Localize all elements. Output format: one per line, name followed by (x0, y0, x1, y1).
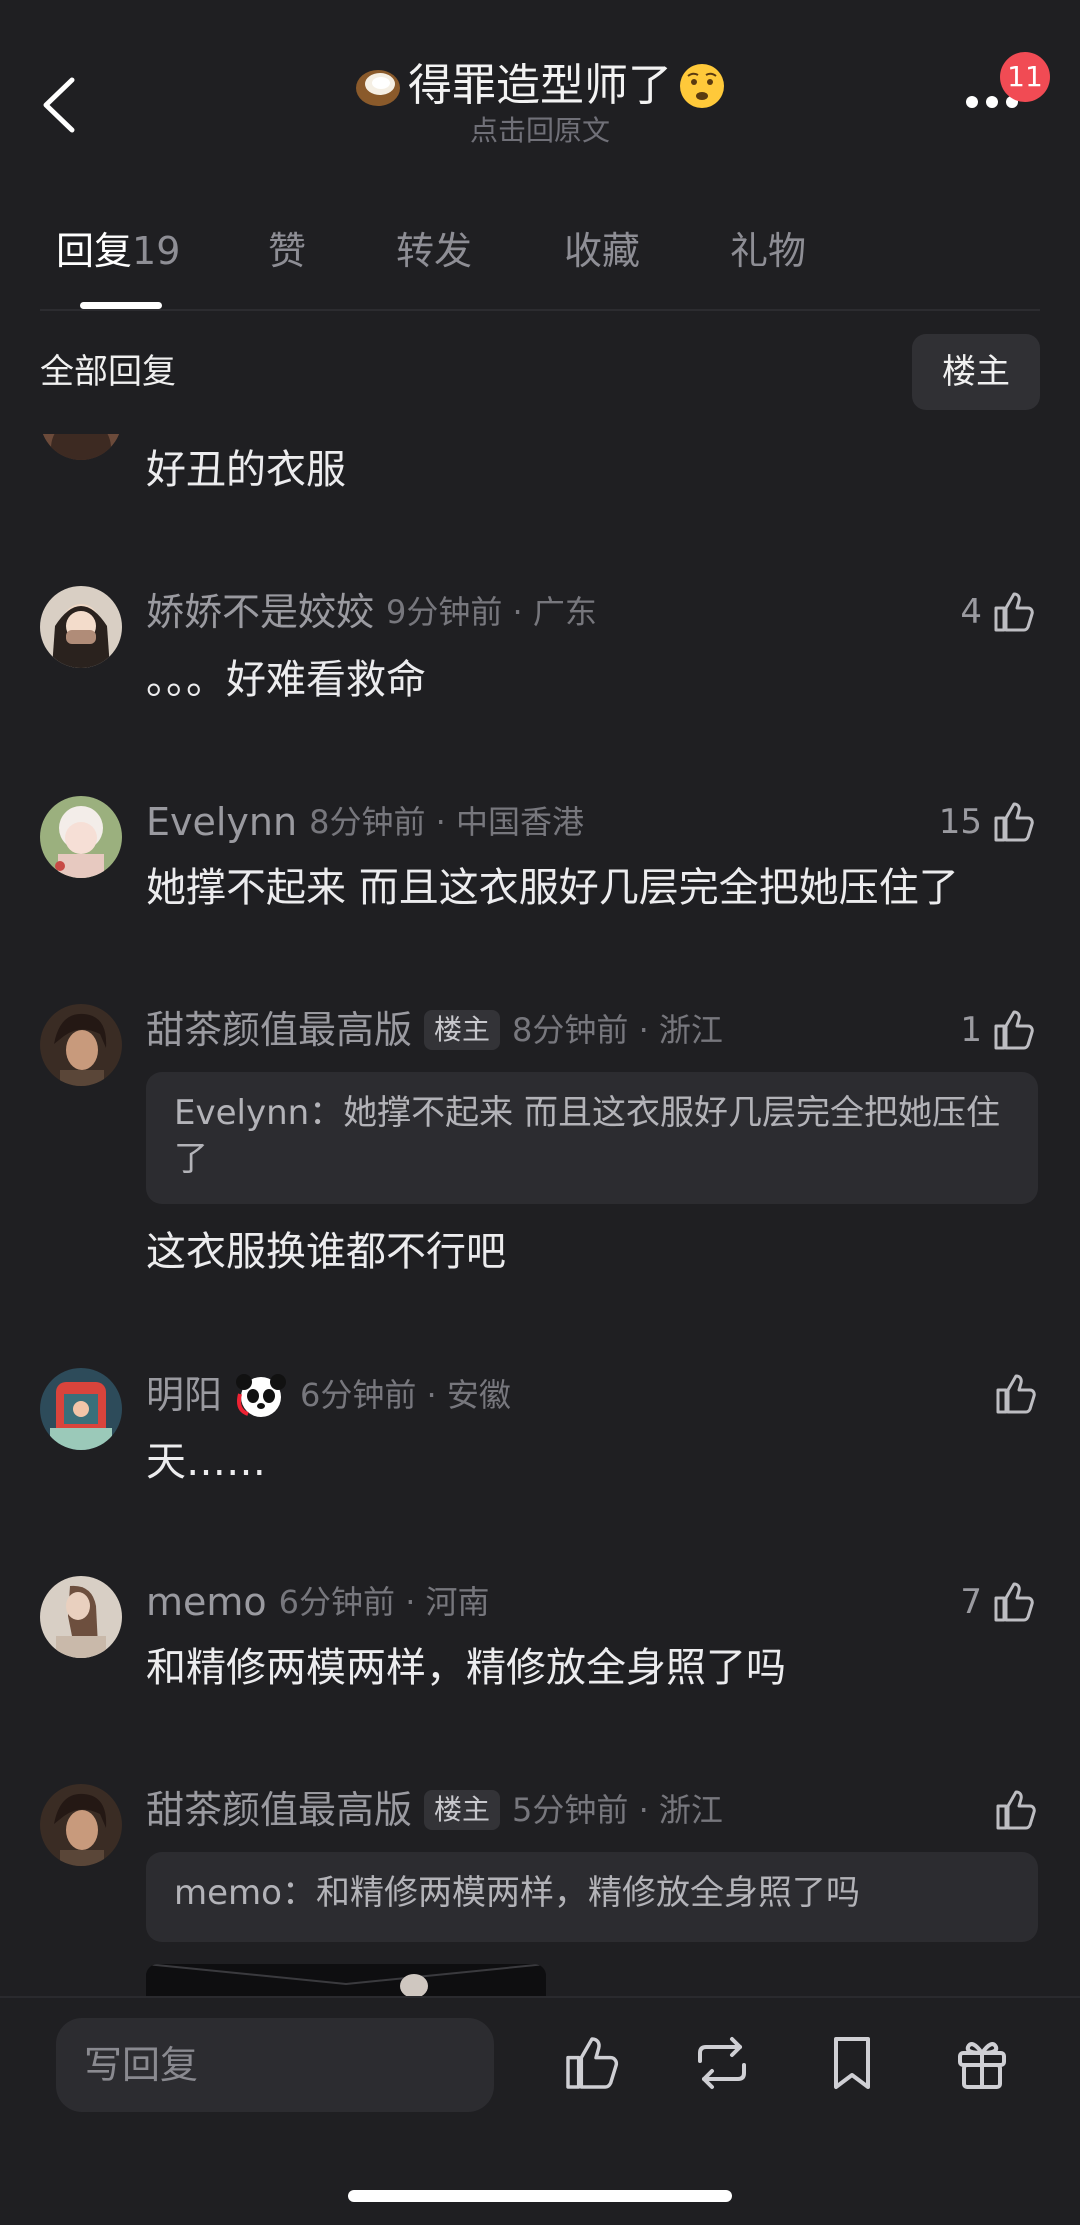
reply-input[interactable]: 写回复 (56, 2018, 494, 2112)
comment-meta: 8分钟前 · 中国香港 (309, 803, 584, 841)
avatar[interactable] (40, 1368, 122, 1450)
active-tab-indicator (80, 302, 162, 309)
panda-badge-icon (234, 1370, 288, 1420)
comment-meta: 5分钟前 · 浙江 (512, 1791, 723, 1829)
thumbs-up-icon (992, 1370, 1040, 1418)
comment-text: 好丑的衣服 (146, 447, 346, 493)
reply-image-thumbnail[interactable] (146, 1964, 546, 1996)
tab-replies[interactable]: 回复19 (56, 226, 180, 276)
like-button[interactable]: 7 (946, 1578, 1038, 1626)
bottom-divider (0, 1996, 1080, 1998)
notification-badge: 11 (1000, 52, 1050, 102)
repost-icon (698, 2037, 746, 2089)
quoted-reply[interactable]: memo：和精修两模两样，精修放全身照了吗 (146, 1852, 1038, 1942)
comment-header: 娇娇不是姣姣 9分钟前 · 广东 (146, 588, 597, 636)
comment-header: 甜茶颜值最高版 楼主 5分钟前 · 浙江 (146, 1786, 723, 1834)
commenter-name[interactable]: Evelynn (146, 798, 297, 846)
gift-button[interactable] (950, 2031, 1014, 2095)
comment-text: 。。。好难看救命 (146, 657, 426, 703)
like-button[interactable] (992, 1786, 1040, 1834)
comment-text: 这衣服换谁都不行吧 (146, 1229, 506, 1275)
comment-meta: 9分钟前 · 广东 (386, 593, 597, 631)
back-to-original-link[interactable]: 点击回原文 (0, 114, 1080, 148)
thumbs-up-icon (990, 588, 1038, 636)
like-button[interactable] (992, 1370, 1040, 1418)
avatar[interactable] (40, 1576, 122, 1658)
thumbs-up-icon (566, 2037, 619, 2089)
like-count: 4 (960, 592, 982, 632)
commenter-name[interactable]: memo (146, 1578, 267, 1626)
thumbs-up-icon (992, 1786, 1040, 1834)
comment-header: 明阳 6分钟前 · 安徽 (146, 1370, 511, 1420)
avatar[interactable] (40, 586, 122, 668)
coconut-emoji-icon (354, 64, 402, 108)
tab-likes[interactable]: 赞 (268, 226, 306, 276)
avatar[interactable] (40, 796, 122, 878)
bookmark-icon (834, 2037, 870, 2089)
like-count: 15 (938, 802, 982, 842)
comment-meta: 6分钟前 · 河南 (278, 1583, 490, 1621)
header-title-area[interactable]: 得罪造型师了 点击回原文 (0, 58, 1080, 148)
anxious-face-emoji-icon (678, 62, 726, 110)
comment-meta: 8分钟前 · 浙江 (512, 1011, 723, 1049)
thumbs-up-icon (990, 798, 1038, 846)
commenter-name[interactable]: 甜茶颜值最高版 (146, 1786, 412, 1834)
commenter-name[interactable]: 明阳 (146, 1371, 222, 1419)
comment-text: 天…… (146, 1439, 266, 1485)
comment-header: Evelynn 8分钟前 · 中国香港 (146, 798, 584, 846)
comment-text: 她撑不起来 而且这衣服好几层完全把她压住了 (146, 865, 959, 911)
comment-meta: 6分钟前 · 安徽 (300, 1376, 511, 1414)
all-replies-filter[interactable]: 全部回复 (40, 350, 176, 394)
gift-icon (958, 2042, 1006, 2089)
tab-favorites[interactable]: 收藏 (564, 226, 640, 276)
home-indicator[interactable] (348, 2190, 732, 2202)
like-count: 7 (960, 1582, 982, 1622)
comment-header: 甜茶颜值最高版 楼主 8分钟前 · 浙江 (146, 1006, 723, 1054)
commenter-name[interactable]: 娇娇不是姣姣 (146, 588, 374, 636)
favorite-button[interactable] (820, 2031, 884, 2095)
like-button[interactable]: 4 (936, 588, 1038, 636)
like-count: 1 (960, 1010, 982, 1050)
tab-count: 19 (132, 229, 181, 273)
repost-button[interactable] (690, 2031, 754, 2095)
tab-divider (40, 309, 1040, 311)
commenter-name[interactable]: 甜茶颜值最高版 (146, 1006, 412, 1054)
comment-header: memo 6分钟前 · 河南 (146, 1578, 490, 1626)
post-title: 得罪造型师了 (408, 60, 672, 111)
like-button[interactable]: 1 (946, 1006, 1038, 1054)
like-button[interactable]: 15 (926, 798, 1038, 846)
quoted-reply[interactable]: Evelynn：她撑不起来 而且这衣服好几层完全把她压住了 (146, 1072, 1038, 1204)
owner-tag: 楼主 (424, 1790, 501, 1830)
avatar[interactable] (40, 1004, 122, 1086)
owner-tag: 楼主 (424, 1010, 501, 1050)
comment-text: 和精修两模两样，精修放全身照了吗 (146, 1645, 786, 1691)
avatar[interactable] (40, 1784, 122, 1866)
thumbs-up-icon (990, 1006, 1038, 1054)
tab-gifts[interactable]: 礼物 (730, 226, 806, 276)
tab-reposts[interactable]: 转发 (396, 226, 472, 276)
tab-label: 回复 (56, 229, 133, 273)
thumbs-up-icon (990, 1578, 1038, 1626)
owner-only-button[interactable]: 楼主 (912, 334, 1040, 410)
like-post-button[interactable] (560, 2031, 624, 2095)
